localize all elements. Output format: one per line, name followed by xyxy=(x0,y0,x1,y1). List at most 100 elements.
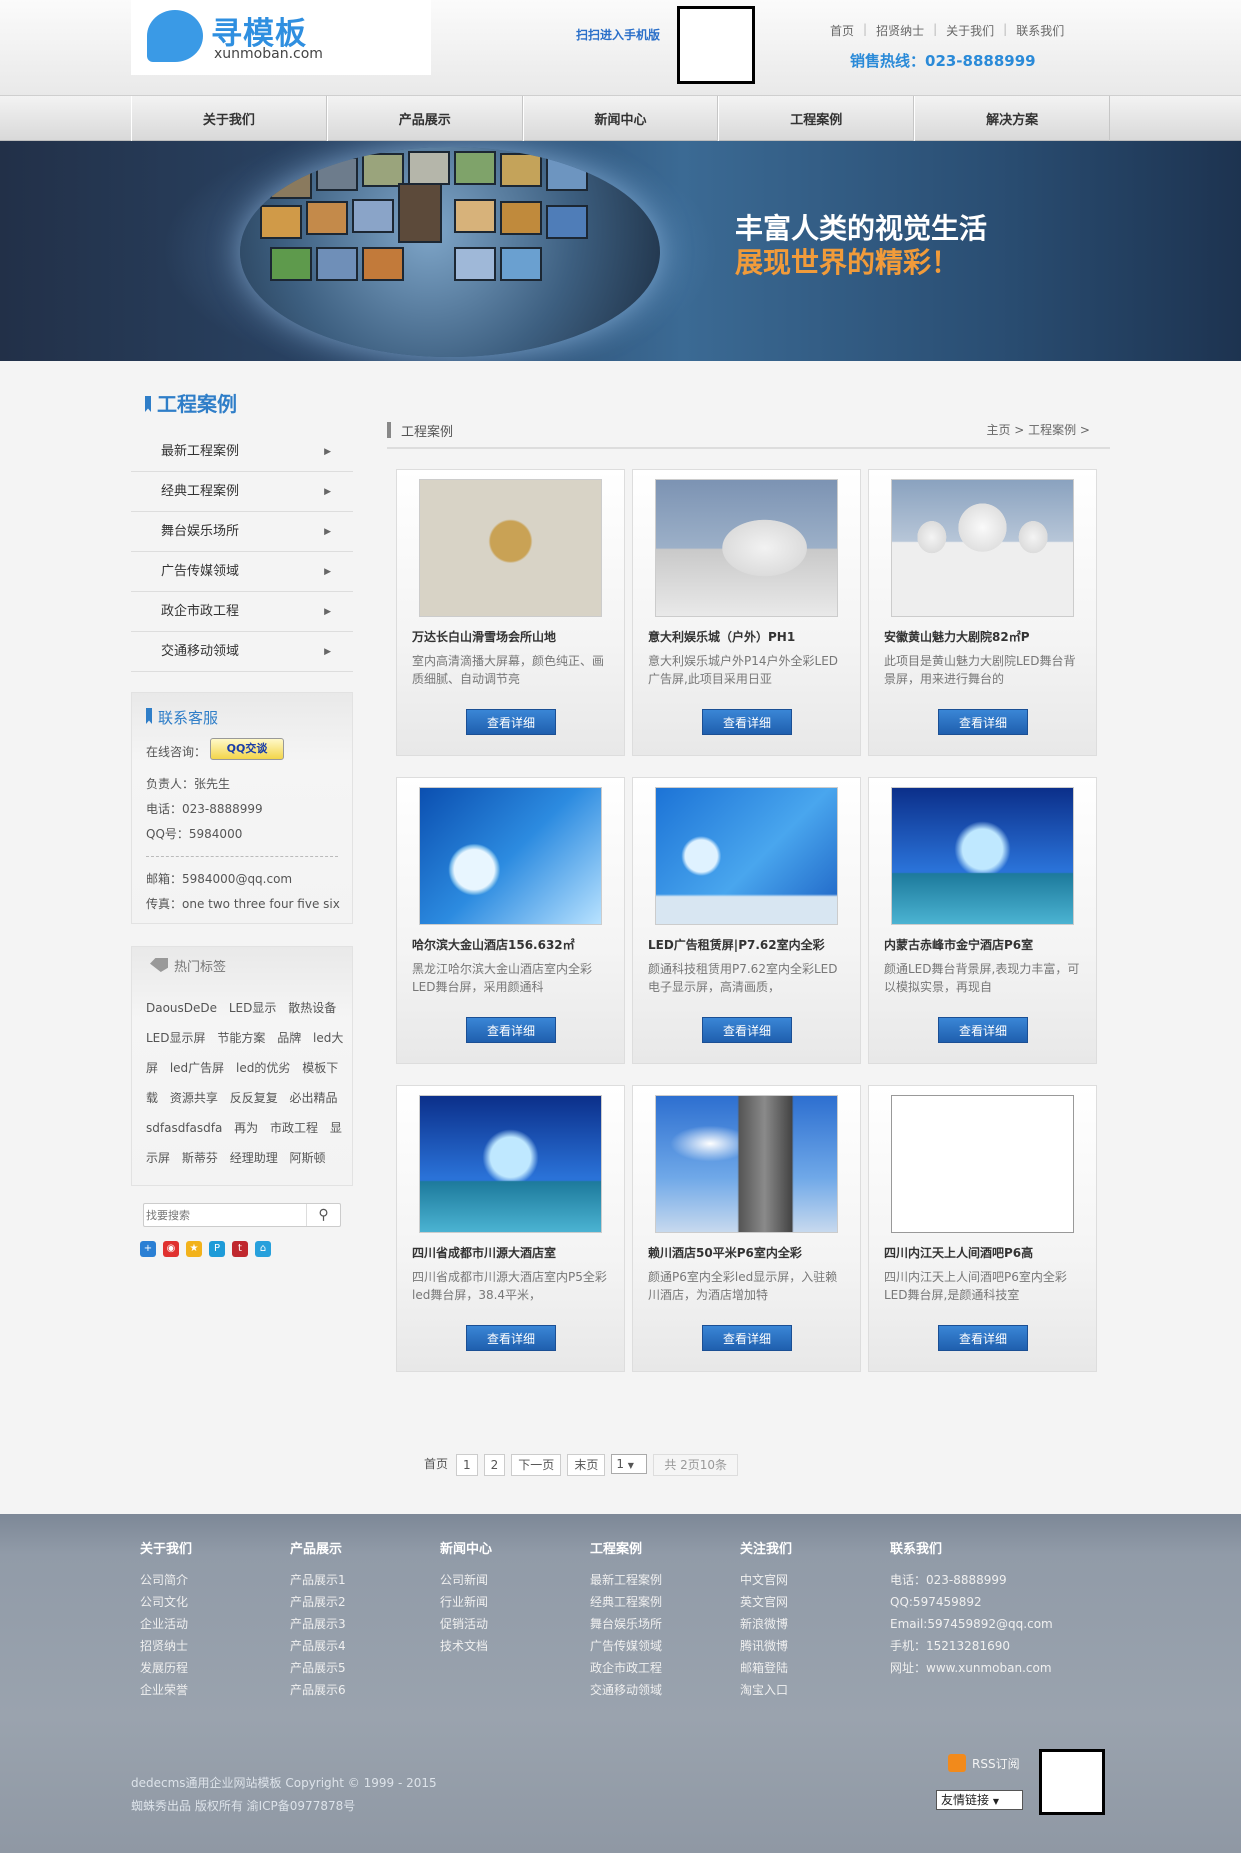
page-first[interactable]: 首页 xyxy=(422,1454,450,1476)
footer-link[interactable]: 企业荣誉 xyxy=(140,1679,192,1701)
star-icon[interactable]: ★ xyxy=(186,1241,202,1257)
qq-chat-button[interactable]: QQ交谈 xyxy=(210,738,284,760)
view-detail-button[interactable]: 查看详细 xyxy=(702,1325,792,1351)
top-link-contact[interactable]: 联系我们 xyxy=(1016,22,1064,39)
view-detail-button[interactable]: 查看详细 xyxy=(466,1017,556,1043)
footer-link[interactable]: 产品展示3 xyxy=(290,1613,346,1635)
nav-item-solutions[interactable]: 解决方案 xyxy=(914,96,1110,142)
footer-link[interactable]: 英文官网 xyxy=(740,1591,792,1613)
case-card[interactable]: 赖川酒店50平米P6室内全彩 颜通P6室内全彩led显示屏，入驻赖川酒店，为酒店… xyxy=(632,1085,861,1372)
footer-link[interactable]: 产品展示5 xyxy=(290,1657,346,1679)
footer-link[interactable]: 新浪微博 xyxy=(740,1613,792,1635)
friend-links-select[interactable]: 友情链接 ▼ xyxy=(936,1790,1023,1810)
top-link-jobs[interactable]: 招贤纳士 xyxy=(876,22,924,39)
sidebar-item-latest[interactable]: 最新工程案例 ▶ xyxy=(131,432,353,472)
footer-link[interactable]: 邮箱登陆 xyxy=(740,1657,792,1679)
tag-link[interactable]: DaousDeDe xyxy=(146,1001,217,1015)
case-title[interactable]: 意大利娱乐城（户外）PH1 xyxy=(648,628,795,645)
sidebar-item-classic[interactable]: 经典工程案例 ▶ xyxy=(131,472,353,512)
case-image[interactable] xyxy=(419,787,602,925)
case-card[interactable]: 意大利娱乐城（户外）PH1 意大利娱乐城户外P14户外全彩LED广告屏,此项目采… xyxy=(632,469,861,756)
case-image[interactable] xyxy=(419,1095,602,1233)
case-title[interactable]: 四川内江天上人间酒吧P6高 xyxy=(884,1244,1033,1261)
footer-link[interactable]: 公司简介 xyxy=(140,1569,192,1591)
sidebar-item-media[interactable]: 广告传媒领域 ▶ xyxy=(131,552,353,592)
footer-link[interactable]: 产品展示1 xyxy=(290,1569,346,1591)
page-2[interactable]: 2 xyxy=(483,1454,506,1476)
nav-item-about[interactable]: 关于我们 xyxy=(131,96,327,142)
logo[interactable]: 寻模板 xunmoban.com xyxy=(131,0,431,75)
case-title[interactable]: 哈尔滨大金山酒店156.632㎡ xyxy=(412,936,575,953)
case-card[interactable]: 哈尔滨大金山酒店156.632㎡ 黑龙江哈尔滨大金山酒店室内全彩LED舞台屏，采… xyxy=(396,777,625,1064)
case-image[interactable] xyxy=(655,787,838,925)
top-link-about[interactable]: 关于我们 xyxy=(946,22,994,39)
view-detail-button[interactable]: 查看详细 xyxy=(938,1017,1028,1043)
footer-link[interactable]: 广告传媒领域 xyxy=(590,1635,662,1657)
case-title[interactable]: 万达长白山滑雪场会所山地 xyxy=(412,628,556,645)
case-image[interactable] xyxy=(891,787,1074,925)
footer-link[interactable]: 发展历程 xyxy=(140,1657,192,1679)
case-title[interactable]: 赖川酒店50平米P6室内全彩 xyxy=(648,1244,802,1261)
tag-link[interactable]: 经理助理 xyxy=(230,1151,278,1165)
footer-link[interactable]: 企业活动 xyxy=(140,1613,192,1635)
footer-link[interactable]: 行业新闻 xyxy=(440,1591,492,1613)
case-title[interactable]: 四川省成都市川源大酒店室 xyxy=(412,1244,556,1261)
rss-link[interactable]: RSS订阅 xyxy=(948,1754,1020,1772)
case-image[interactable] xyxy=(891,479,1074,617)
footer-link[interactable]: 招贤纳士 xyxy=(140,1635,192,1657)
view-detail-button[interactable]: 查看详细 xyxy=(938,1325,1028,1351)
tag-link[interactable]: LED显示 xyxy=(229,1001,277,1015)
footer-link[interactable]: 促销活动 xyxy=(440,1613,492,1635)
footer-link[interactable]: 最新工程案例 xyxy=(590,1569,662,1591)
tag-link[interactable]: 斯蒂芬 xyxy=(182,1151,218,1165)
footer-link[interactable]: 淘宝入口 xyxy=(740,1679,792,1701)
page-last[interactable]: 末页 xyxy=(567,1454,606,1476)
footer-link[interactable]: 产品展示6 xyxy=(290,1679,346,1701)
case-title[interactable]: LED广告租赁屏|P7.62室内全彩 xyxy=(648,936,825,953)
tag-link[interactable]: 资源共享 xyxy=(170,1091,218,1105)
tencent-weibo-icon[interactable]: t xyxy=(232,1241,248,1257)
share-plus-icon[interactable]: + xyxy=(140,1241,156,1257)
footer-link[interactable]: 政企市政工程 xyxy=(590,1657,662,1679)
tag-link[interactable]: 反反复复 xyxy=(230,1091,278,1105)
tag-link[interactable]: 品牌 xyxy=(277,1031,301,1045)
footer-link[interactable]: 公司文化 xyxy=(140,1591,192,1613)
case-card[interactable]: 四川内江天上人间酒吧P6高 四川内江天上人间酒吧P6室内全彩LED舞台屏,是颜通… xyxy=(868,1085,1097,1372)
view-detail-button[interactable]: 查看详细 xyxy=(466,709,556,735)
case-card[interactable]: 内蒙古赤峰市金宁酒店P6室 颜通LED舞台背景屏,表现力丰富，可以模拟实景，再现… xyxy=(868,777,1097,1064)
tag-link[interactable]: 节能方案 xyxy=(217,1031,265,1045)
footer-link[interactable]: 产品展示4 xyxy=(290,1635,346,1657)
tag-link[interactable]: 再为 xyxy=(234,1121,258,1135)
tag-link[interactable]: 必出精品 xyxy=(290,1091,338,1105)
footer-link[interactable]: 经典工程案例 xyxy=(590,1591,662,1613)
nav-item-news[interactable]: 新闻中心 xyxy=(522,96,719,142)
qzone-icon[interactable]: ⌂ xyxy=(255,1241,271,1257)
top-link-home[interactable]: 首页 xyxy=(830,22,854,39)
view-detail-button[interactable]: 查看详细 xyxy=(938,709,1028,735)
footer-link[interactable]: 交通移动领域 xyxy=(590,1679,662,1701)
case-title[interactable]: 安徽黄山魅力大剧院82㎡P xyxy=(884,628,1030,645)
view-detail-button[interactable]: 查看详细 xyxy=(702,709,792,735)
case-title[interactable]: 内蒙古赤峰市金宁酒店P6室 xyxy=(884,936,1033,953)
page-next[interactable]: 下一页 xyxy=(511,1454,562,1476)
footer-link[interactable]: 舞台娱乐场所 xyxy=(590,1613,662,1635)
case-image[interactable] xyxy=(655,1095,838,1233)
tag-link[interactable]: 散热设备 xyxy=(288,1001,336,1015)
view-detail-button[interactable]: 查看详细 xyxy=(702,1017,792,1043)
footer-link[interactable]: 技术文档 xyxy=(440,1635,492,1657)
page-select[interactable]: 1 ▼ xyxy=(611,1454,648,1474)
footer-link[interactable]: 中文官网 xyxy=(740,1569,792,1591)
tag-link[interactable]: sdfasdfasdfa xyxy=(146,1121,222,1135)
pengyou-icon[interactable]: P xyxy=(209,1241,225,1257)
weibo-icon[interactable]: ◉ xyxy=(163,1241,179,1257)
case-image[interactable] xyxy=(419,479,602,617)
sidebar-item-stage[interactable]: 舞台娱乐场所 ▶ xyxy=(131,512,353,552)
case-card[interactable]: 四川省成都市川源大酒店室 四川省成都市川源大酒店室内P5全彩led舞台屏，38.… xyxy=(396,1085,625,1372)
case-card[interactable]: 安徽黄山魅力大剧院82㎡P 此项目是黄山魅力大剧院LED舞台背景屏，用来进行舞台… xyxy=(868,469,1097,756)
footer-link[interactable]: 产品展示2 xyxy=(290,1591,346,1613)
tag-link[interactable]: 阿斯顿 xyxy=(290,1151,326,1165)
sidebar-item-traffic[interactable]: 交通移动领域 ▶ xyxy=(131,632,353,672)
nav-item-products[interactable]: 产品展示 xyxy=(326,96,523,142)
tag-link[interactable]: LED显示屏 xyxy=(146,1031,206,1045)
case-card[interactable]: 万达长白山滑雪场会所山地 室内高清滴播大屏幕，颜色纯正、画质细腻、自动调节亮 查… xyxy=(396,469,625,756)
